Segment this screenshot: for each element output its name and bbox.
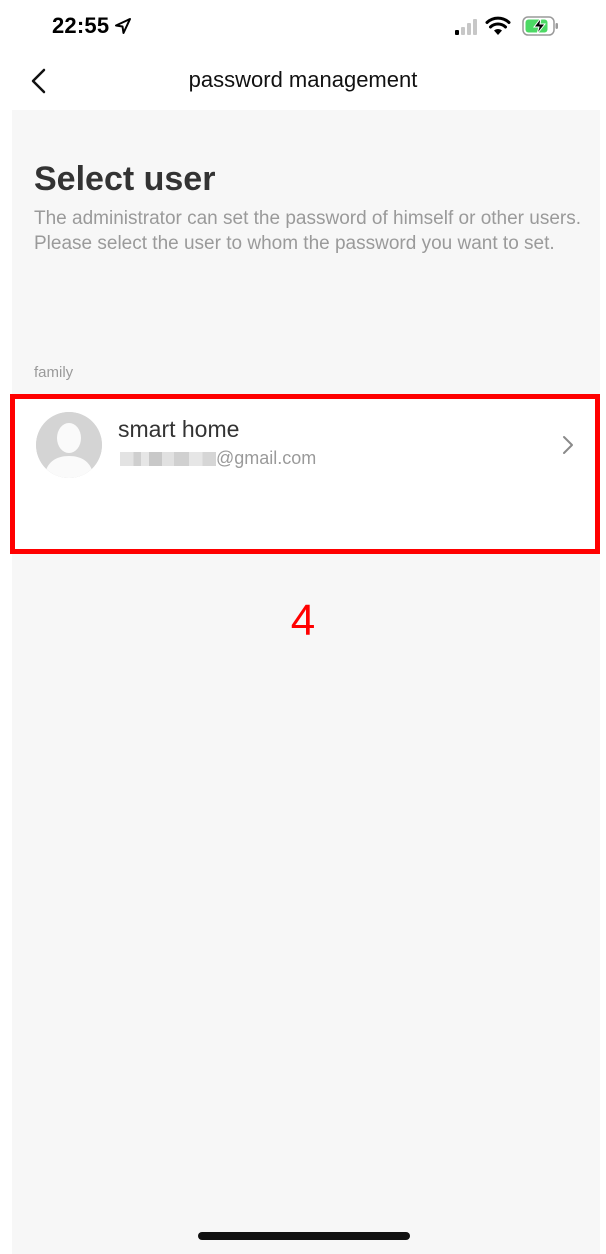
annotation-step-number: 4 (290, 596, 316, 645)
email-redacted-blur (120, 452, 216, 466)
cellular-signal-icon (455, 19, 477, 35)
section-label-family: family (34, 364, 74, 381)
nav-title: password management (188, 67, 418, 92)
avatar (36, 412, 102, 478)
user-email: @gmail.com (216, 448, 317, 468)
chevron-right-icon (563, 436, 573, 454)
battery-charging-icon (522, 16, 558, 36)
content-area: Select user The administrator can set th… (12, 110, 600, 1254)
status-bar: 22:55 (0, 0, 606, 52)
home-indicator (198, 1232, 410, 1240)
page-heading: Select user (34, 160, 216, 198)
nav-bar: password management (0, 52, 606, 110)
page-description: The administrator can set the password o… (34, 208, 582, 254)
person-silhouette-icon (36, 412, 102, 478)
wifi-icon (485, 16, 511, 35)
status-time: 22:55 (52, 13, 110, 38)
location-arrow-icon (115, 18, 131, 34)
user-list-item[interactable]: smart home @gmail.com (12, 396, 600, 554)
user-name: smart home (118, 416, 240, 442)
